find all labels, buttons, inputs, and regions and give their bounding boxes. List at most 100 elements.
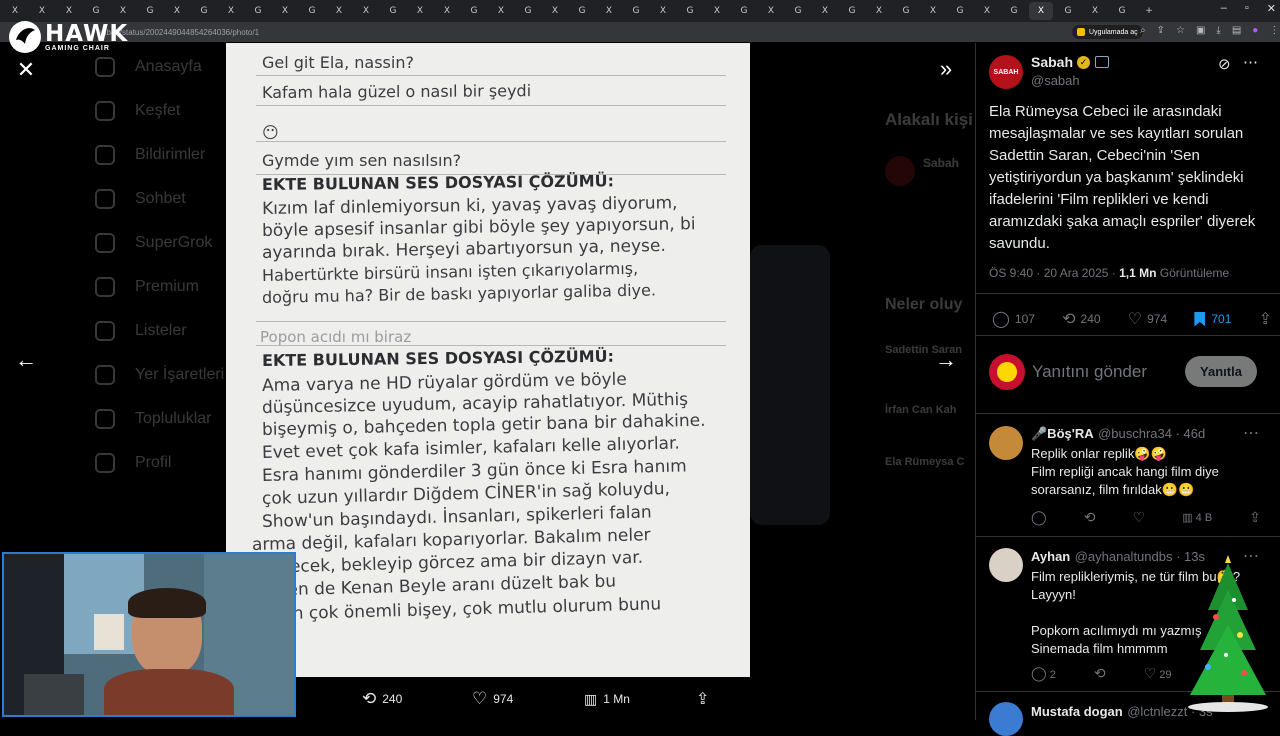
open-in-app-chip[interactable]: Uygulamada aç [1072,25,1143,39]
browser-tab[interactable]: G [246,2,270,20]
browser-tab[interactable]: X [867,2,891,20]
author-handle[interactable]: @sabah [1031,73,1080,88]
browser-tab[interactable]: G [381,2,405,20]
sidebar-icon[interactable]: ▤ [1232,25,1241,36]
browser-tab[interactable]: G [138,2,162,20]
more-options-icon[interactable]: ⋯ [1243,53,1258,71]
star-icon[interactable]: ☆ [1176,25,1185,36]
photo-share-button[interactable]: ⇪ [696,689,709,709]
browser-tab[interactable]: G [1002,2,1026,20]
browser-tab[interactable]: X [30,2,54,20]
grok-icon[interactable]: ⊘ [1218,55,1231,73]
share-page-icon[interactable]: ⇪ [1157,25,1165,36]
share-icon[interactable]: ⇪ [1249,509,1261,526]
restore-icon[interactable]: ▫ [1245,2,1249,15]
like-button[interactable]: ♡ 974 [1128,309,1167,329]
browser-tab[interactable]: G [624,2,648,20]
photo-retweet-button[interactable]: ⟲ 240 [362,689,472,709]
reply-avatar[interactable] [989,426,1023,460]
reply-avatar[interactable] [989,548,1023,582]
bookmark-button[interactable]: 701 [1194,311,1231,327]
author-name[interactable]: Sabah [1031,54,1073,70]
browser-tab[interactable]: G [1056,2,1080,20]
collapse-panel-button[interactable]: » [932,55,960,83]
browser-tab[interactable]: G [894,2,918,20]
new-tab-icon[interactable]: + [1137,2,1161,20]
reply-author-name[interactable]: 🎤Böş'RA [1031,426,1094,441]
more-options-icon[interactable]: ⋯ [1243,423,1259,443]
browser-tab[interactable]: X [759,2,783,20]
arrow-left-icon: ← [15,347,37,372]
tweet-timestamp[interactable]: ÖS 9:40 · 20 Ara 2025 · [989,266,1116,280]
minimize-icon[interactable]: – [1221,2,1227,15]
browser-tab[interactable]: G [678,2,702,20]
bar-chart-icon: ▥ [1182,512,1196,524]
reply-button[interactable]: ◯ 107 [992,309,1035,329]
browser-tab[interactable]: X [975,2,999,20]
browser-tab[interactable]: X [408,2,432,20]
browser-tab[interactable]: X [354,2,378,20]
reply-author-name[interactable]: Ayhan [1031,549,1070,564]
browser-tab[interactable]: X [705,2,729,20]
photo-like-button[interactable]: ♡ 974 [472,689,584,709]
browser-tab[interactable]: X [57,2,81,20]
browser-tab[interactable]: G [462,2,486,20]
browser-tab[interactable]: X [219,2,243,20]
photo-views-button[interactable]: ▥ 1 Mn [584,691,696,708]
browser-tab[interactable]: G [840,2,864,20]
reply-icon[interactable]: ◯ [1031,509,1047,526]
browser-tab[interactable]: G [570,2,594,20]
browser-tab[interactable]: X [1083,2,1107,20]
user-avatar[interactable] [989,354,1025,390]
browser-tab[interactable]: X [3,2,27,20]
browser-tab[interactable]: X [813,2,837,20]
like-button[interactable]: ♡ 29 [1144,665,1172,682]
browser-tab[interactable]: X [435,2,459,20]
affiliate-badge-icon [1095,56,1110,68]
reply-button[interactable]: ◯ 2 [1031,665,1056,682]
photo-text-line: Kafam hala güzel o nasıl bir şeydi [261,81,532,102]
views-button[interactable]: ▥ 4 B [1182,511,1212,524]
tweet-photo: Gel git Ela, nassin? Kafam hala güzel o n… [226,43,750,677]
browser-tab[interactable]: X [921,2,945,20]
share-button[interactable]: ⇪ [1259,309,1272,329]
heart-icon[interactable]: ♡ [1133,509,1146,526]
browser-tab[interactable]: G [84,2,108,20]
browser-tab[interactable]: G [786,2,810,20]
author-avatar[interactable]: SABAH [989,55,1023,89]
download-icon[interactable]: ⤓ [1216,25,1220,36]
browser-tab[interactable]: X [597,2,621,20]
browser-tab[interactable]: X [543,2,567,20]
browser-tab[interactable]: X [327,2,351,20]
browser-tab[interactable]: X [273,2,297,20]
reply-author-name[interactable]: Mustafa dogan [1031,704,1123,719]
browser-tab[interactable]: G [732,2,756,20]
extensions-icon[interactable]: ▣ [1196,25,1205,36]
reply-input[interactable]: Yanıtını gönder [1032,362,1147,382]
retweet-button[interactable]: ⟲ 240 [1062,309,1100,329]
browser-tab[interactable]: X [111,2,135,20]
browser-tab[interactable]: G [1110,2,1134,20]
bg-nav-label: Sohbet [135,190,186,207]
reply-avatar[interactable] [989,702,1023,736]
retweet-icon[interactable]: ⟲ [1084,509,1096,526]
reply-item[interactable]: 🎤Böş'RA @buschra34 · 46d ⋯ Replik onlar … [976,413,1280,537]
retweet-icon[interactable]: ⟲ [1094,665,1106,682]
browser-tab[interactable]: G [192,2,216,20]
browser-tab[interactable]: X [165,2,189,20]
browser-tab[interactable]: X [489,2,513,20]
browser-tab[interactable]: G [948,2,972,20]
reply-submit-button[interactable]: Yanıtla [1185,356,1257,387]
previous-photo-button[interactable]: ← [12,346,40,374]
browser-tab[interactable]: G [516,2,540,20]
next-photo-button[interactable]: → [932,346,960,374]
browser-tab[interactable]: G [300,2,324,20]
close-window-icon[interactable]: ✕ [1267,2,1276,15]
zoom-icon[interactable]: ⌕ [1140,25,1146,36]
profile-icon[interactable]: ● [1252,25,1258,36]
browser-tab[interactable]: X [1029,2,1053,20]
menu-icon[interactable]: ⋮ [1269,25,1279,36]
reply-handle[interactable]: @buschra34 · 46d [1098,426,1205,441]
close-viewer-button[interactable]: ✕ [12,56,40,84]
browser-tab[interactable]: X [651,2,675,20]
